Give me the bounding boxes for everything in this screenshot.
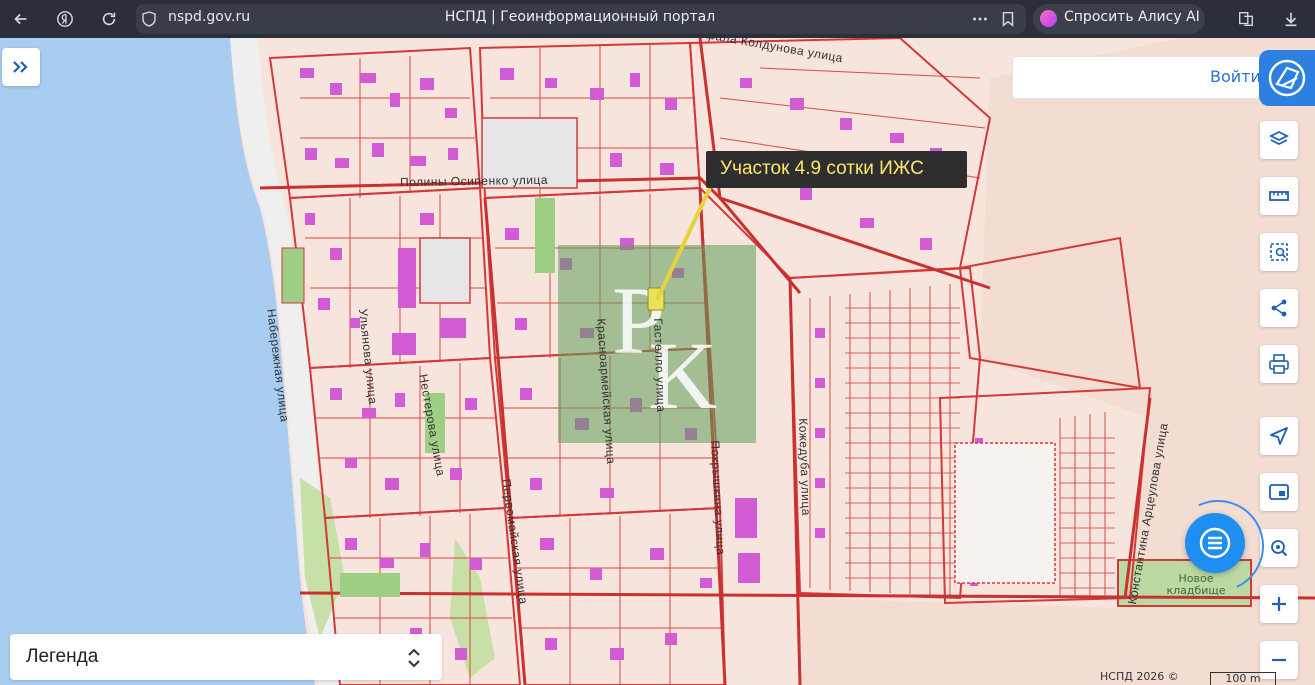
- browser-toolbar: nspd.gov.ru НСПД | Геоинформационный пор…: [0, 0, 1315, 38]
- nspd-logo-button[interactable]: [1259, 50, 1315, 106]
- expand-panel-button[interactable]: [2, 48, 40, 86]
- printer-icon: [1269, 354, 1289, 374]
- minus-icon: [1272, 658, 1286, 662]
- double-chevron-right-icon: [13, 61, 28, 73]
- more-icon[interactable]: [966, 5, 994, 33]
- plus-icon: [1272, 597, 1286, 611]
- page-title: НСПД | Геоинформационный портал: [444, 9, 716, 25]
- ruler-button[interactable]: [1260, 177, 1298, 215]
- legend-label: Легенда: [26, 646, 99, 667]
- locate-search-icon: [1271, 540, 1288, 557]
- nspd-logo-icon: [1268, 59, 1306, 97]
- search-input[interactable]: [1021, 67, 1205, 85]
- parcel-tooltip-text: Участок 4.9 сотки ИЖС: [720, 158, 924, 179]
- up-down-chevron-icon[interactable]: [404, 644, 424, 672]
- zoom-in-button[interactable]: [1260, 585, 1298, 623]
- reload-icon[interactable]: [95, 5, 123, 33]
- print-button[interactable]: [1260, 345, 1298, 383]
- ask-alisa-label: Спросить Алису AI: [1064, 9, 1200, 25]
- minimap-icon: [1269, 484, 1289, 500]
- alisa-icon: [1040, 10, 1057, 27]
- layers-button[interactable]: [1260, 121, 1298, 159]
- share-icon: [1271, 299, 1287, 317]
- tabs-icon[interactable]: [1232, 5, 1260, 33]
- navigation-arrow-icon: [1270, 427, 1288, 445]
- layers-icon: [1268, 130, 1290, 146]
- navigate-button[interactable]: [1260, 417, 1298, 455]
- back-icon[interactable]: [7, 5, 35, 33]
- shield-icon: [142, 9, 158, 29]
- locate-button[interactable]: [1260, 529, 1298, 567]
- scale-bar: 100 m: [1210, 672, 1276, 685]
- bookmark-icon[interactable]: [994, 5, 1022, 33]
- yandex-icon[interactable]: [51, 5, 79, 33]
- url-text[interactable]: nspd.gov.ru: [168, 9, 250, 25]
- street-label: Полины Осипенко улица: [399, 172, 549, 190]
- ruler-icon: [1269, 191, 1289, 201]
- minimap-button[interactable]: [1260, 473, 1298, 511]
- chat-icon: [1199, 527, 1231, 559]
- download-icon[interactable]: [1277, 5, 1305, 33]
- copyright-text: НСПД 2026 ©: [1100, 670, 1179, 683]
- area-select-icon: [1270, 243, 1288, 261]
- area-select-button[interactable]: [1260, 233, 1298, 271]
- cadastral-map[interactable]: P K Марала Колдунова улица Полины Осипен…: [0, 38, 1315, 685]
- chat-button[interactable]: [1185, 513, 1245, 573]
- login-link[interactable]: Войти: [1210, 67, 1261, 86]
- share-button[interactable]: [1260, 289, 1298, 327]
